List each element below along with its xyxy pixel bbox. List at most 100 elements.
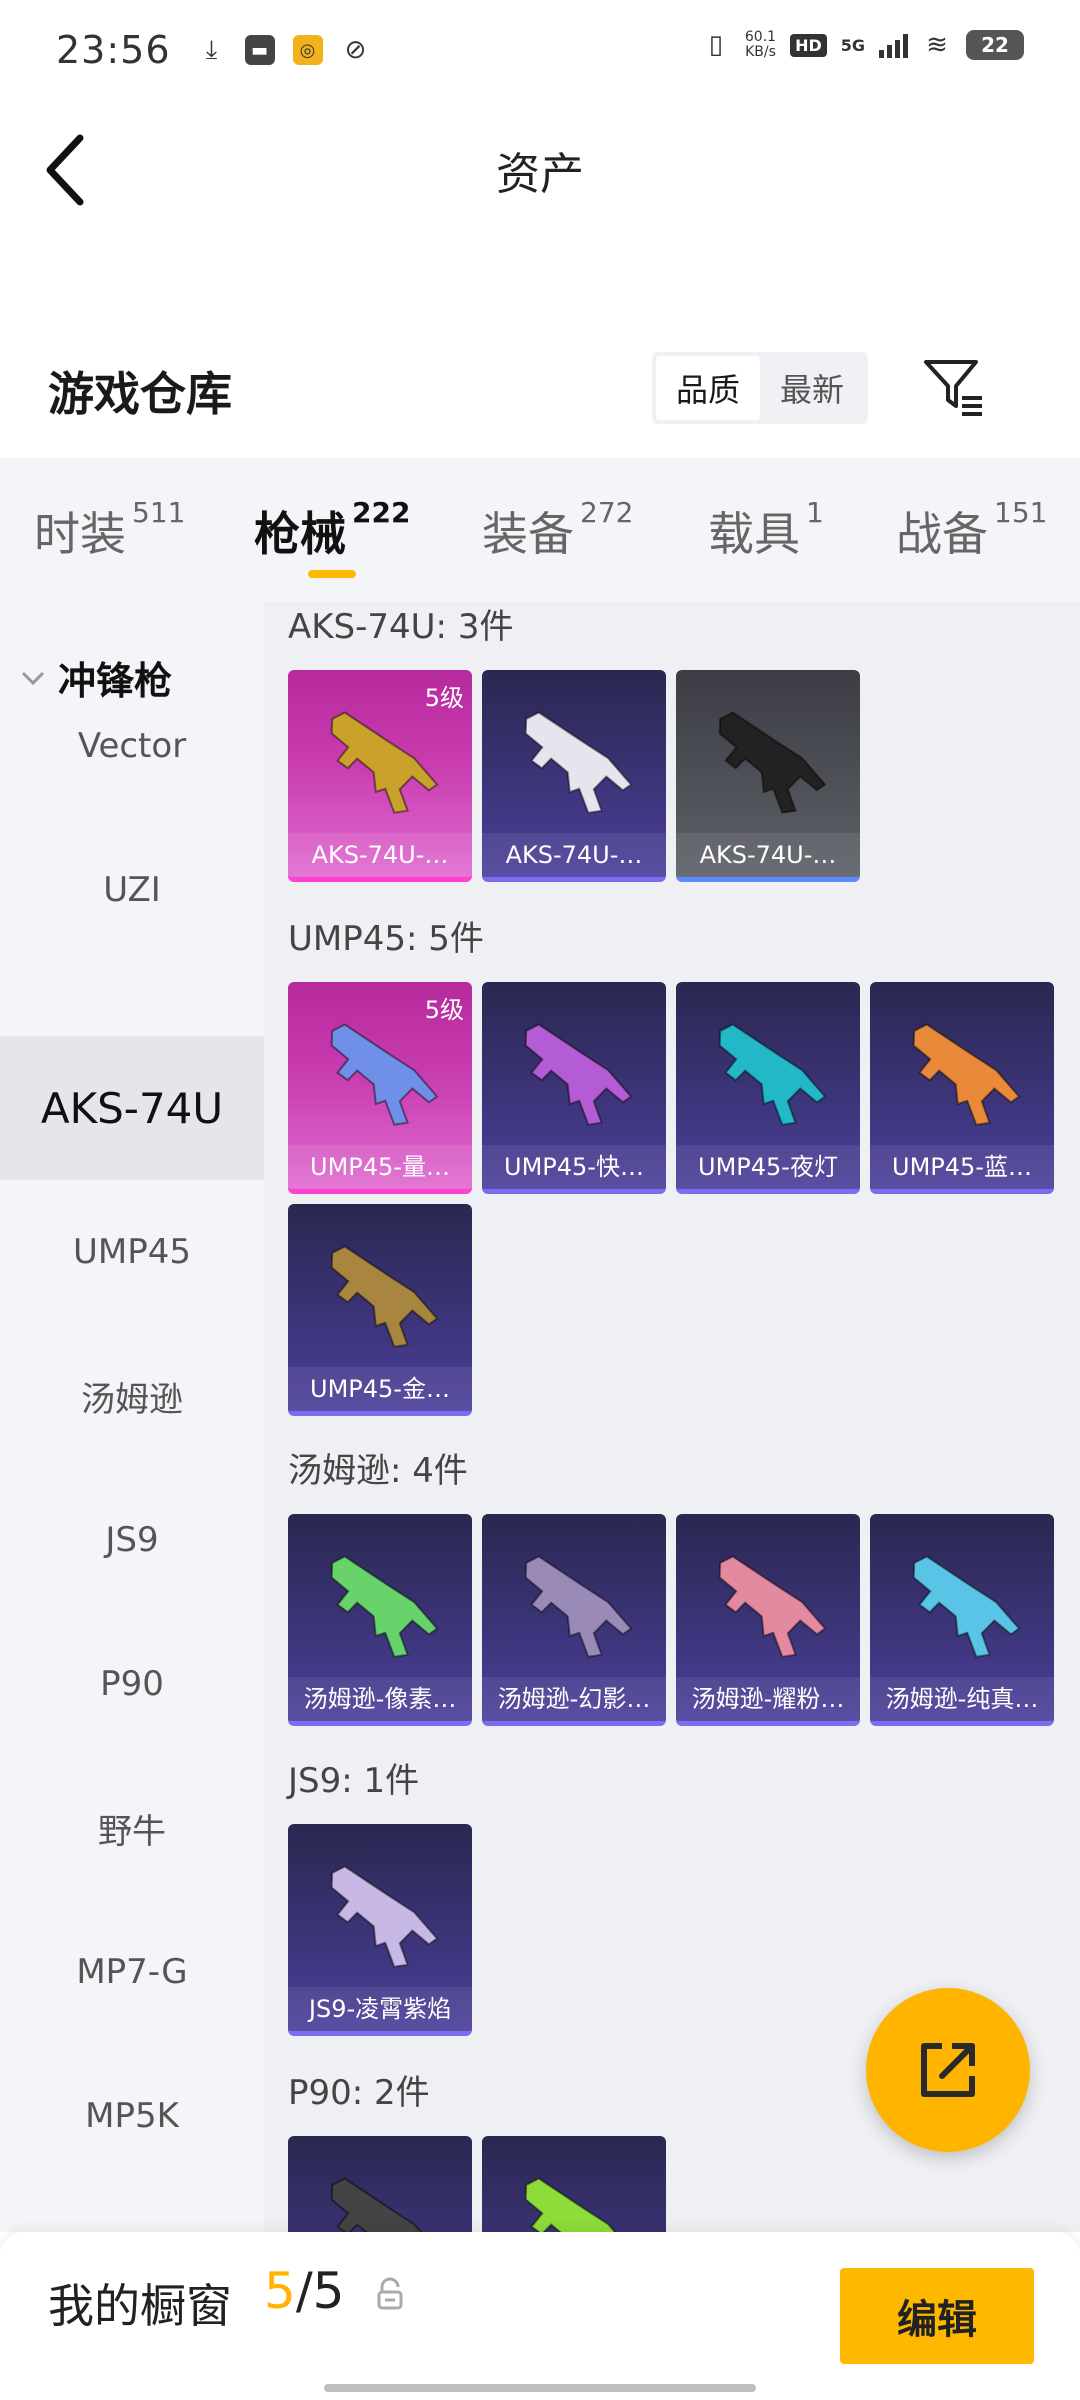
weapon-skin-image — [912, 1023, 1021, 1126]
card-grid: 汤姆逊-像素… 汤姆逊-幻影… 汤姆逊-耀粉… 汤姆逊-纯真… — [288, 1514, 1068, 1726]
status-time: 23:56 — [56, 28, 171, 72]
sidebar-item-js9[interactable]: JS9 — [0, 1468, 264, 1612]
weapon-card[interactable]: UMP45-夜灯 — [676, 982, 860, 1194]
tab-weapons[interactable]: 枪械 222 — [254, 496, 411, 564]
weapon-skin-image — [524, 1555, 633, 1658]
weapon-card-name: JS9-凌霄紫焰 — [288, 1987, 472, 2031]
link-icon: ⊘ — [344, 35, 367, 65]
skin-level-badge: 5级 — [424, 684, 464, 712]
sidebar-item-thompson[interactable]: 汤姆逊 — [0, 1324, 264, 1468]
showcase-label: 我的橱窗 — [48, 2279, 232, 2333]
weapon-card[interactable] — [288, 2136, 472, 2232]
weapon-card[interactable]: JS9-凌霄紫焰 — [288, 1824, 472, 2036]
weapon-card-name: UMP45-夜灯 — [676, 1145, 860, 1189]
sidebar-item-ump45[interactable]: UMP45 — [0, 1180, 264, 1324]
showcase-total: /5 — [295, 2262, 345, 2320]
weapon-card[interactable]: 汤姆逊-纯真… — [870, 1514, 1054, 1726]
weapon-skin-image — [330, 1245, 439, 1348]
sidebar-item-uzi[interactable]: UZI — [0, 818, 264, 962]
weapon-card-name: AKS-74U-… — [288, 833, 472, 877]
showcase-bar: 我的橱窗 5/5 编辑 — [0, 2232, 1080, 2400]
sidebar-item-aks74u[interactable]: AKS-74U — [0, 1036, 264, 1180]
page-title: 资产 — [496, 149, 584, 200]
weapon-card[interactable]: UMP45-金… — [288, 1204, 472, 1416]
card-grid: 5级 UMP45-量… UMP45-快… UMP45-夜灯 UMP45-蓝… UMP45-… — [288, 982, 1068, 1416]
weapon-card[interactable]: UMP45-蓝… — [870, 982, 1054, 1194]
weapon-card-name: AKS-74U-… — [482, 833, 666, 877]
group-label: UMP45: 5件 — [288, 919, 484, 959]
tab-equipment[interactable]: 装备 272 — [482, 496, 634, 564]
share-button[interactable] — [866, 1988, 1030, 2152]
status-notification-icons: ⤓ ▬ ◎ ⊘ — [197, 35, 371, 65]
sidebar-item-mp7g[interactable]: MP7-G — [0, 1900, 264, 2044]
weapon-skin-image — [524, 1023, 633, 1126]
weapon-card[interactable]: 汤姆逊-像素… — [288, 1514, 472, 1726]
weapon-skin-image — [330, 2177, 439, 2232]
weapon-skin-image — [718, 1023, 827, 1126]
weapon-skin-image — [912, 1555, 1021, 1658]
weapon-card-name: 汤姆逊-耀粉… — [676, 1677, 860, 1721]
weapon-group: AKS-74U: 3件 5级 AKS-74U-… AKS-74U-… AKS-74U-… — [288, 602, 1068, 882]
weapon-card[interactable]: AKS-74U-… — [676, 670, 860, 882]
app-notification-icon: ▬ — [244, 35, 275, 65]
lock-icon — [377, 2277, 403, 2310]
home-indicator[interactable] — [324, 2384, 756, 2392]
network-type: 5G — [840, 35, 865, 55]
showcase-current: 5 — [264, 2262, 296, 2320]
sidebar-item-vector[interactable]: Vector — [0, 674, 264, 818]
sidebar-item-bizon[interactable]: 野牛 — [0, 1756, 264, 1900]
tab-weapons-count: 222 — [352, 496, 411, 529]
vibrate-icon: ▯ — [708, 30, 724, 60]
category-tabs: 时装 511 枪械 222 装备 272 载具 1 战备 151 — [0, 458, 1080, 602]
weapon-skin-image — [524, 711, 633, 814]
weapon-group: 汤姆逊: 4件 汤姆逊-像素… 汤姆逊-幻影… 汤姆逊-耀粉… 汤姆逊-纯真… — [288, 1446, 1068, 1726]
status-system-icons: ▯ 60.1 KB/s HD 5G ≋ 22 — [701, 30, 1024, 60]
battery-icon: 22 — [966, 30, 1024, 60]
weapon-card-name: UMP45-量… — [288, 1145, 472, 1189]
download-icon: ⤓ — [205, 34, 218, 65]
status-bar: 23:56 ⤓ ▬ ◎ ⊘ ▯ 60.1 KB/s HD 5G ≋ 22 — [0, 0, 1080, 100]
network-speed-value: 60.1 — [744, 29, 777, 45]
warehouse-title: 游戏仓库 — [48, 367, 232, 421]
tab-vehicles[interactable]: 载具 1 — [708, 496, 824, 564]
network-speed: 60.1 KB/s — [745, 30, 776, 60]
weapon-card[interactable]: 5级 AKS-74U-… — [288, 670, 472, 882]
weapon-card-name: 汤姆逊-像素… — [288, 1677, 472, 1721]
tab-fashion[interactable]: 时装 511 — [34, 496, 185, 564]
weapon-skin-image — [524, 2177, 633, 2232]
weapon-card-name: UMP45-蓝… — [870, 1145, 1054, 1189]
weapon-type-sidebar: 冲锋枪 Vector UZI AKS-74U UMP45 汤姆逊 JS9 P90… — [0, 602, 264, 2232]
tab-equipment-count: 272 — [580, 496, 634, 529]
target-app-icon: ◎ — [292, 35, 323, 65]
edit-button[interactable]: 编辑 — [840, 2268, 1034, 2364]
group-label: JS9: 1件 — [288, 1761, 420, 1801]
filter-icon[interactable] — [920, 354, 986, 420]
weapon-card-name: UMP45-快… — [482, 1145, 666, 1189]
weapon-card[interactable] — [482, 2136, 666, 2232]
weapon-card[interactable]: UMP45-快… — [482, 982, 666, 1194]
weapon-card-name: UMP45-金… — [288, 1367, 472, 1411]
weapon-card[interactable]: 5级 UMP45-量… — [288, 982, 472, 1194]
sort-newest-button[interactable]: 最新 — [760, 356, 864, 420]
weapon-card[interactable]: 汤姆逊-耀粉… — [676, 1514, 860, 1726]
weapon-skin-image — [330, 1555, 439, 1658]
sidebar-item-mp5k[interactable]: MP5K — [0, 2044, 264, 2188]
weapon-card-name: 汤姆逊-幻影… — [482, 1677, 666, 1721]
weapon-skin-image — [330, 711, 439, 814]
tab-vehicles-count: 1 — [806, 496, 824, 529]
showcase-count: 5/5 — [264, 2262, 344, 2320]
weapon-card[interactable]: 汤姆逊-幻影… — [482, 1514, 666, 1726]
warehouse-row: 游戏仓库 品质 最新 — [0, 330, 1080, 450]
weapon-skin-image — [718, 711, 827, 814]
tab-supplies[interactable]: 战备 151 — [896, 496, 1047, 564]
sort-quality-button[interactable]: 品质 — [656, 356, 760, 420]
network-speed-unit: KB/s — [745, 44, 776, 60]
active-tab-indicator — [308, 570, 356, 578]
sidebar-item-p90[interactable]: P90 — [0, 1612, 264, 1756]
weapon-card[interactable]: AKS-74U-… — [482, 670, 666, 882]
weapon-skin-image — [330, 1865, 439, 1968]
tab-weapons-label: 枪械 — [254, 507, 346, 561]
tab-equipment-label: 装备 — [482, 507, 574, 561]
tab-supplies-label: 战备 — [896, 507, 988, 561]
weapon-grid-panel: AKS-74U: 3件 5级 AKS-74U-… AKS-74U-… AKS-74U-… — [264, 602, 1080, 2232]
